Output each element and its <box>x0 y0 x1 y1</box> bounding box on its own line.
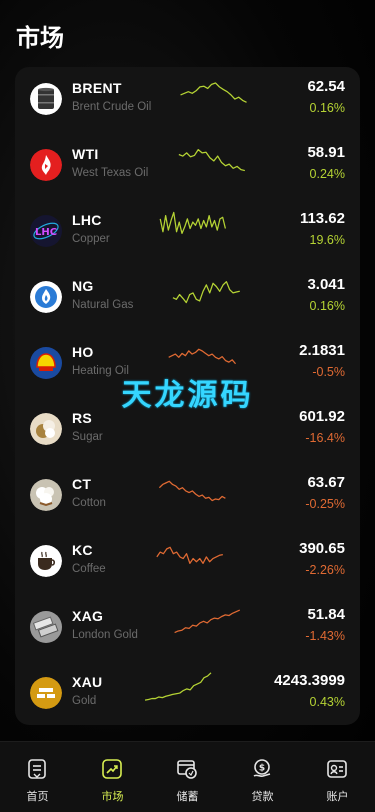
market-price: 601.92 <box>299 408 345 425</box>
market-name: Natural Gas <box>72 299 134 311</box>
market-change: 0.24% <box>309 167 345 181</box>
market-price: 390.65 <box>299 540 345 557</box>
sparkline-chart <box>168 348 237 365</box>
tab-label: 账户 <box>326 790 349 803</box>
market-row-ho[interactable]: HO Heating Oil 2.1831 -0.5% <box>15 335 360 401</box>
sparkline-chart <box>156 546 223 564</box>
tab-label: 市场 <box>101 790 124 803</box>
tab-savings[interactable]: 储蓄 <box>150 742 225 812</box>
sparkline-series <box>145 672 212 701</box>
market-row-ng[interactable]: NG Natural Gas 3.041 0.16% <box>15 269 360 335</box>
sparkline-series <box>172 281 240 304</box>
sparkline-chart <box>178 149 245 172</box>
silver-bars-icon <box>30 611 62 643</box>
market-change: -0.25% <box>305 497 345 511</box>
market-row-xag[interactable]: XAG London Gold 51.84 -1.43% <box>15 599 360 665</box>
market-name: West Texas Oil <box>72 167 149 179</box>
market-change: 0.16% <box>309 299 345 313</box>
sparkline-chart <box>172 281 240 304</box>
market-change: -0.5% <box>312 365 345 379</box>
tab-market-chart[interactable]: 市场 <box>75 742 150 812</box>
market-price: 51.84 <box>307 606 345 623</box>
gas-flame-icon <box>30 281 62 313</box>
market-symbol: NG <box>72 278 94 294</box>
cotton-icon <box>30 479 62 511</box>
market-change: 0.43% <box>309 695 345 709</box>
market-price: 113.62 <box>299 210 345 227</box>
market-name: Gold <box>72 695 97 707</box>
market-list[interactable]: BRENT Brent Crude Oil 62.54 0.16% WTI West Te… <box>15 67 360 725</box>
shell-logo-icon <box>30 347 62 379</box>
svg-text:$: $ <box>259 764 265 774</box>
market-symbol: CT <box>72 476 92 492</box>
market-name: Cotton <box>72 497 106 509</box>
tab-loan[interactable]: $ 贷款 <box>225 742 300 812</box>
market-symbol: XAU <box>72 674 103 690</box>
gold-bars-icon <box>30 677 62 709</box>
sparkline-chart <box>158 480 226 502</box>
market-row-brent[interactable]: BRENT Brent Crude Oil 62.54 0.16% <box>15 71 360 137</box>
market-row-wti[interactable]: WTI West Texas Oil 58.91 0.24% <box>15 137 360 203</box>
bottom-tab-bar: 首页 市场 储蓄 $ 贷款 账户 <box>0 741 375 812</box>
market-change: 0.16% <box>309 101 345 115</box>
market-price: 58.91 <box>307 144 345 161</box>
market-price: 4243.3999 <box>274 672 345 689</box>
tab-home[interactable]: 首页 <box>0 742 75 812</box>
sparkline-series <box>178 149 245 172</box>
sparkline-series <box>168 348 237 365</box>
market-row-ct[interactable]: CT Cotton 63.67 -0.25% <box>15 467 360 533</box>
market-symbol: HO <box>72 344 94 360</box>
market-price: 3.041 <box>307 276 345 293</box>
market-symbol: WTI <box>72 146 99 162</box>
sparkline-chart <box>159 211 227 234</box>
market-name: London Gold <box>72 629 138 641</box>
sparkline-series <box>156 546 223 564</box>
market-row-kc[interactable]: KC Coffee 390.65 -2.26% <box>15 533 360 599</box>
market-name: Copper <box>72 233 110 245</box>
sugar-icon <box>30 413 62 445</box>
tab-label: 储蓄 <box>176 790 199 803</box>
coffee-cup-icon <box>30 545 62 577</box>
tab-label: 贷款 <box>251 790 274 803</box>
sparkline-series <box>180 82 247 103</box>
sparkline-series <box>159 211 227 234</box>
market-symbol: XAG <box>72 608 104 624</box>
market-price: 63.67 <box>307 474 345 491</box>
market-screen: 市场 BRENT Brent Crude Oil 62.54 0.16% WTI West… <box>0 0 375 812</box>
market-symbol: BRENT <box>72 80 122 96</box>
market-name: Heating Oil <box>72 365 129 377</box>
oil-barrel-icon <box>30 83 62 115</box>
sparkline-chart <box>174 609 241 634</box>
market-name: Brent Crude Oil <box>72 101 152 113</box>
market-row-lhc[interactable]: LHC LHC Copper 113.62 19.6% <box>15 203 360 269</box>
sparkline-series <box>174 609 241 634</box>
market-change: 19.6% <box>309 233 345 247</box>
sparkline-chart <box>180 82 247 103</box>
tab-account[interactable]: 账户 <box>300 742 375 812</box>
svg-text:LHC: LHC <box>35 227 57 238</box>
market-row-xau[interactable]: XAU Gold 4243.3999 0.43% <box>15 665 360 725</box>
market-name: Sugar <box>72 431 103 443</box>
market-symbol: LHC <box>72 212 102 228</box>
sparkline-chart <box>145 672 212 701</box>
market-row-rs[interactable]: RS Sugar 601.92 -16.4% <box>15 401 360 467</box>
market-change: -2.26% <box>305 563 345 577</box>
market-price: 2.1831 <box>299 342 345 359</box>
lhc-logo-icon: LHC <box>30 215 62 247</box>
page-title: 市场 <box>16 24 64 52</box>
market-price: 62.54 <box>307 78 345 95</box>
market-symbol: RS <box>72 410 93 426</box>
market-change: -16.4% <box>305 431 345 445</box>
tab-label: 首页 <box>26 790 49 803</box>
sparkline-series <box>158 480 226 502</box>
fire-drop-icon <box>30 149 62 181</box>
market-change: -1.43% <box>305 629 345 643</box>
market-symbol: KC <box>72 542 93 558</box>
market-name: Coffee <box>72 563 106 575</box>
